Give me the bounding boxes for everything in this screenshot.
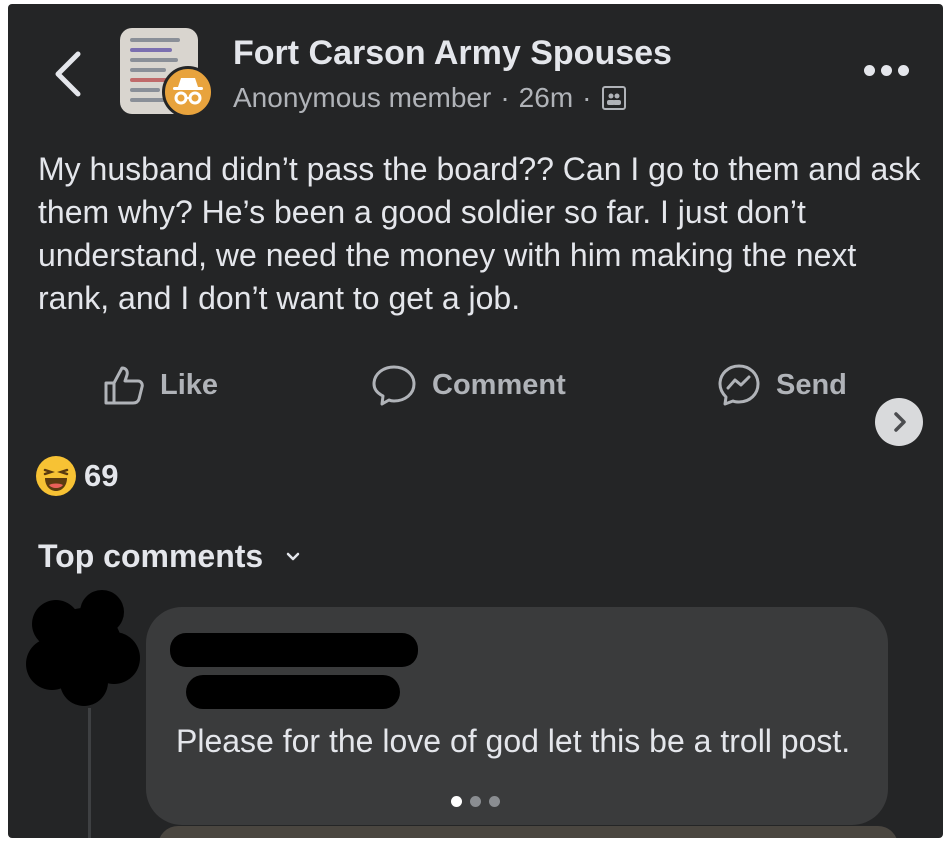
pager-dot bbox=[489, 796, 500, 807]
post-meta: Anonymous member · 26m · bbox=[233, 82, 627, 114]
send-label: Send bbox=[776, 368, 847, 401]
chevron-down-icon bbox=[286, 552, 300, 560]
group-privacy-icon bbox=[602, 86, 627, 110]
author-name[interactable]: Anonymous member bbox=[233, 82, 491, 114]
comment-sort-dropdown[interactable]: Top comments bbox=[38, 538, 301, 575]
comment-label: Comment bbox=[432, 368, 566, 401]
thumbs-up-icon bbox=[104, 366, 144, 405]
back-button[interactable] bbox=[46, 46, 90, 102]
messenger-icon bbox=[718, 364, 760, 406]
comment-bubble[interactable]: Please for the love of god let this be a… bbox=[146, 607, 888, 825]
reaction-count: 69 bbox=[84, 458, 119, 493]
incognito-icon bbox=[173, 78, 203, 105]
post-card: Fort Carson Army Spouses Anonymous membe… bbox=[8, 4, 943, 838]
comment-button[interactable]: Comment bbox=[370, 360, 566, 410]
reaction-summary[interactable]: 69 bbox=[36, 456, 118, 496]
meta-separator-2: · bbox=[582, 82, 592, 113]
chevron-right-icon bbox=[894, 412, 906, 432]
commenter-avatar-redacted[interactable] bbox=[22, 588, 142, 708]
anonymous-avatar[interactable] bbox=[162, 66, 214, 118]
next-comment-image bbox=[158, 826, 898, 838]
comment-bubble-icon bbox=[372, 365, 416, 406]
next-post-button[interactable] bbox=[875, 398, 923, 446]
send-button[interactable]: Send bbox=[716, 360, 847, 410]
post-body-text: My husband didn’t pass the board?? Can I… bbox=[38, 151, 921, 316]
pager-dot bbox=[470, 796, 481, 807]
more-options-button[interactable] bbox=[860, 56, 914, 86]
pager-dot-active bbox=[451, 796, 462, 807]
redacted-commenter-badge bbox=[186, 675, 400, 709]
like-label: Like bbox=[160, 368, 219, 401]
redacted-commenter-name bbox=[170, 633, 418, 667]
meta-separator: · bbox=[500, 82, 510, 113]
like-button[interactable]: Like bbox=[102, 360, 218, 410]
group-name[interactable]: Fort Carson Army Spouses bbox=[233, 34, 672, 73]
carousel-pager bbox=[451, 796, 508, 807]
haha-reaction-icon bbox=[36, 456, 76, 496]
post-timestamp[interactable]: 26m bbox=[519, 82, 573, 114]
comment-sort-label: Top comments bbox=[38, 538, 264, 574]
thread-line bbox=[88, 708, 91, 838]
comment-text: Please for the love of god let this be a… bbox=[176, 723, 851, 759]
chevron-left-icon bbox=[55, 51, 81, 97]
